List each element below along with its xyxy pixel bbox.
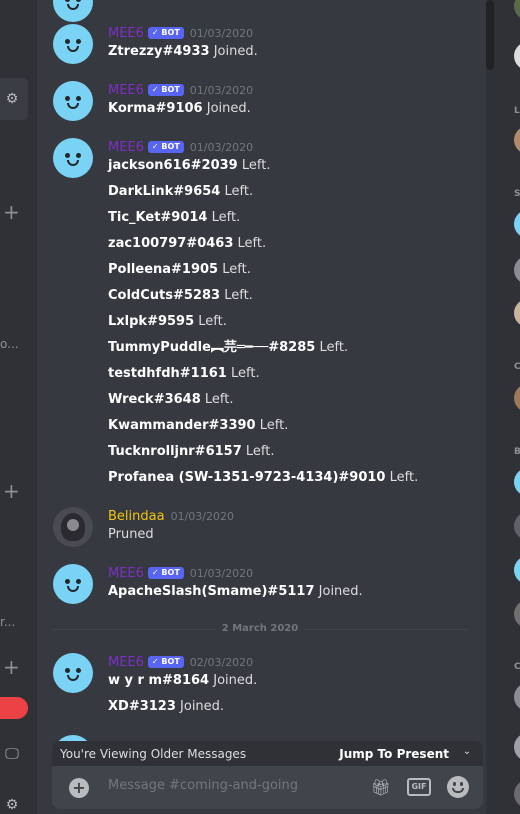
message-line: Polleena#1905 Left. (108, 262, 251, 277)
timestamp: 01/03/2020 (189, 26, 254, 40)
member-group-letter: C (514, 662, 520, 672)
gift-icon[interactable]: 🎁︎ (371, 778, 391, 798)
message-line: jackson616#2039 Left. (108, 158, 271, 173)
mee6-avatar[interactable] (53, 138, 93, 178)
member-avatar[interactable] (514, 256, 520, 284)
mee6-avatar[interactable] (53, 564, 93, 604)
bot-badge: ✓ BOT (147, 27, 184, 39)
screen-share-icon[interactable]: 🖵 (4, 746, 20, 762)
truncated-category: r... (0, 615, 16, 629)
message-line: Ztrezzy#4933 Joined. (108, 44, 258, 59)
member-group-letter: S (514, 189, 520, 199)
message-list: MEE6 ✓ BOT 01/03/2020 Ztrezzy#4933 Joine… (37, 0, 483, 814)
message-line: w y r m#8164 Joined. (108, 673, 258, 688)
scrollbar-thumb[interactable] (486, 0, 494, 70)
bot-badge: ✓ BOT (147, 141, 184, 153)
emoji-icon[interactable] (447, 776, 469, 798)
add-attachment-icon[interactable]: + (69, 778, 89, 798)
member-group-letter: C (514, 362, 520, 372)
user-avatar[interactable] (53, 507, 93, 547)
message-composer[interactable]: + Message #coming-and-going 🎁︎ GIF (52, 766, 483, 809)
member-avatar[interactable] (514, 556, 520, 584)
member-avatar[interactable] (514, 384, 520, 412)
author-name[interactable]: MEE6 (108, 566, 144, 581)
username: Ztrezzy#4933 (108, 44, 210, 59)
message-line: testdhfdh#1161 Left. (108, 366, 260, 381)
bot-badge: ✓ BOT (147, 84, 184, 96)
message-text: Pruned (108, 527, 154, 542)
author-name[interactable]: MEE6 (108, 26, 144, 41)
message-line: Lxlpk#9595 Left. (108, 314, 227, 329)
message-line: Profanea (SW-1351-9723-4134)#9010 Left. (108, 470, 419, 485)
truncated-category: o... (0, 337, 19, 351)
chevron-down-icon[interactable]: ⌄ (461, 746, 473, 758)
timestamp: 01/03/2020 (189, 83, 254, 97)
message-line: zac100797#0463 Left. (108, 236, 267, 251)
mee6-avatar[interactable] (53, 653, 93, 693)
member-avatar[interactable] (514, 733, 520, 761)
mee6-avatar[interactable] (53, 81, 93, 121)
timestamp: 01/03/2020 (170, 509, 234, 523)
add-icon[interactable]: + (3, 202, 20, 222)
jump-to-present-button[interactable]: Jump To Present (339, 747, 449, 761)
username: Korma#9106 (108, 101, 203, 116)
mee6-avatar[interactable] (53, 24, 93, 64)
message-line: XD#3123 Joined. (108, 699, 225, 714)
channel-sidebar-edge: ⚙ + o... + r... + 🖵 ⚙ (0, 0, 37, 814)
member-avatar[interactable] (514, 126, 520, 154)
date-divider: 2 March 2020 (53, 622, 467, 636)
timestamp: 02/03/2020 (189, 655, 254, 669)
message-line: Tic_Ket#9014 Left. (108, 210, 241, 225)
member-avatar[interactable] (514, 468, 520, 496)
scrollbar-track[interactable] (486, 0, 494, 814)
timestamp: 01/03/2020 (189, 566, 254, 580)
member-avatar[interactable] (514, 42, 520, 70)
message-line: Korma#9106 Joined. (108, 101, 251, 116)
gif-button[interactable]: GIF (407, 778, 431, 796)
timestamp: 01/03/2020 (189, 140, 254, 154)
live-indicator[interactable] (0, 697, 28, 719)
message-line: Wreck#3648 Left. (108, 392, 234, 407)
message-line: DarkLink#9654 Left. (108, 184, 254, 199)
member-avatar[interactable] (514, 600, 520, 628)
mee6-avatar[interactable] (53, 0, 93, 22)
older-messages-bar: You're Viewing Older Messages Jump To Pr… (52, 741, 483, 766)
member-list-edge: L S C B C (494, 0, 520, 814)
member-avatar[interactable] (514, 780, 520, 808)
author-name[interactable]: MEE6 (108, 83, 144, 98)
member-avatar[interactable] (514, 299, 520, 327)
member-group-letter: L (514, 106, 520, 116)
gear-icon[interactable]: ⚙ (4, 91, 20, 107)
message-line: ApacheSlash(Smame)#5117 Joined. (108, 584, 363, 599)
member-avatar[interactable] (514, 210, 520, 238)
member-group-letter: B (514, 447, 520, 457)
bot-badge: ✓ BOT (147, 567, 184, 579)
message-line: Tucknrolljnr#6157 Left. (108, 444, 275, 459)
author-name[interactable]: Belindaa (108, 509, 165, 524)
user-settings-icon[interactable]: ⚙ (4, 797, 20, 813)
author-name[interactable]: MEE6 (108, 655, 144, 670)
message-input[interactable]: Message #coming-and-going (108, 778, 298, 793)
bot-badge: ✓ BOT (147, 656, 184, 668)
older-messages-text: You're Viewing Older Messages (60, 746, 247, 761)
message-line: TummyPuddle︻芫═━──#8285 Left. (108, 340, 349, 355)
message-line: ColdCuts#5283 Left. (108, 288, 253, 303)
add-icon[interactable]: + (3, 481, 20, 501)
add-icon[interactable]: + (3, 657, 20, 677)
message-line: Kwammander#3390 Left. (108, 418, 289, 433)
author-name[interactable]: MEE6 (108, 140, 144, 155)
member-avatar[interactable] (514, 512, 520, 540)
member-avatar[interactable] (514, 683, 520, 711)
member-avatar[interactable] (514, 0, 520, 20)
